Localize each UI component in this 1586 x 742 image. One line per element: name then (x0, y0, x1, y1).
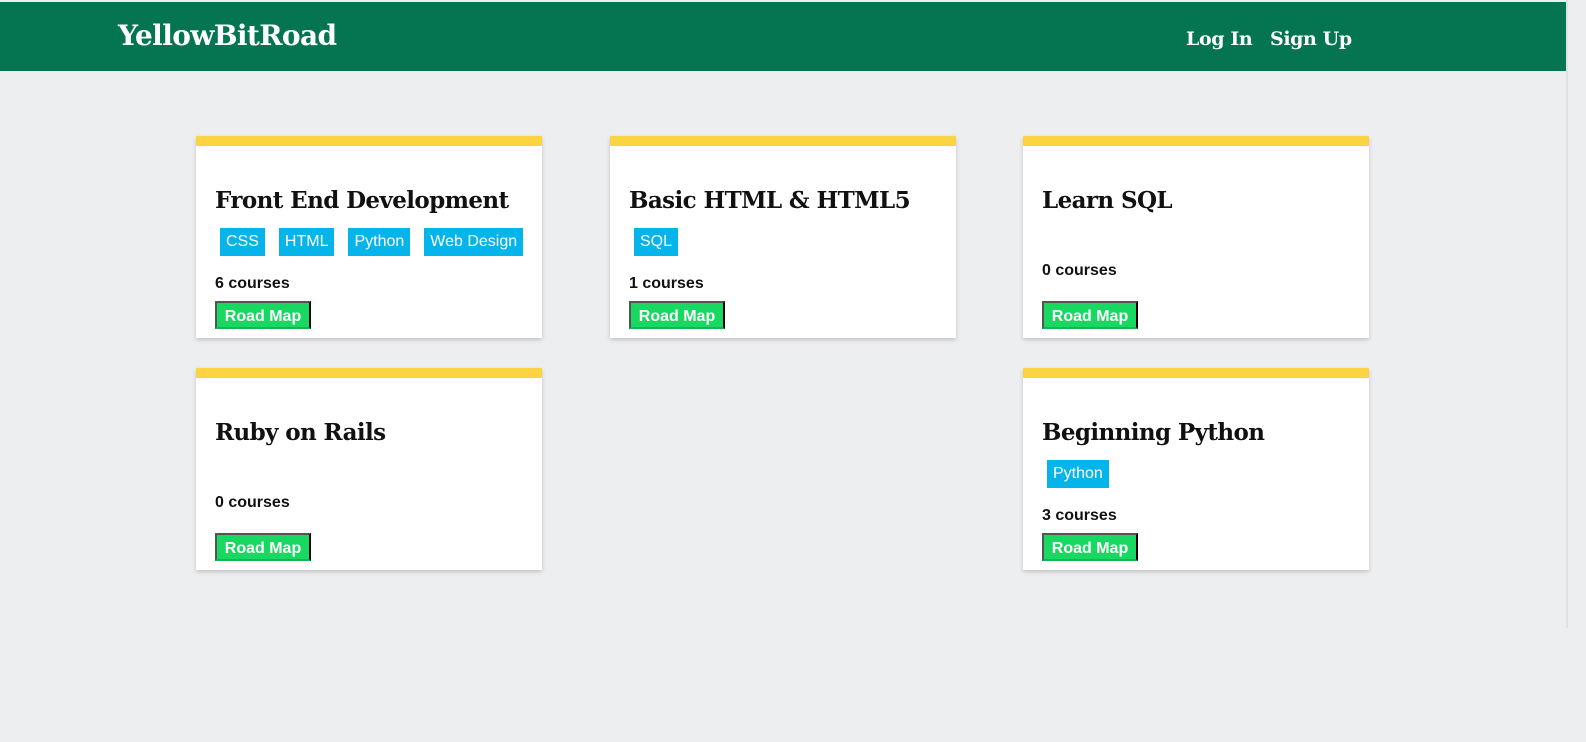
tag-python[interactable]: Python (348, 228, 411, 256)
roadmap-card-basic-html-html5: Basic HTML & HTML5 SQL 1 courses Road Ma… (610, 136, 956, 338)
tag-python[interactable]: Python (1047, 460, 1109, 488)
card-title: Basic HTML & HTML5 (629, 187, 911, 214)
roadmap-card-front-end-development: Front End Development CSS HTML Python We… (196, 136, 542, 338)
course-count: 0 courses (1042, 262, 1117, 279)
card-title: Beginning Python (1042, 419, 1265, 446)
course-count: 6 courses (215, 275, 290, 292)
road-map-button[interactable]: Road Map (629, 301, 725, 329)
tag-list: Python (1047, 460, 1109, 488)
card-title: Learn SQL (1042, 187, 1173, 214)
road-map-button[interactable]: Road Map (215, 301, 311, 329)
signup-link[interactable]: Sign Up (1270, 26, 1352, 52)
tag-list: SQL (634, 228, 679, 256)
course-count: 1 courses (629, 275, 704, 292)
course-count: 0 courses (215, 494, 290, 511)
tag-css[interactable]: CSS (220, 228, 265, 256)
card-title: Ruby on Rails (215, 419, 386, 446)
road-map-button[interactable]: Road Map (1042, 301, 1138, 329)
top-navbar: YellowBitRoad Log In Sign Up (0, 2, 1566, 71)
tag-sql[interactable]: SQL (634, 228, 679, 256)
tag-list: CSS HTML Python Web Design (220, 228, 524, 256)
roadmap-card-ruby-on-rails: Ruby on Rails 0 courses Road Map (196, 368, 542, 570)
roadmap-card-beginning-python: Beginning Python Python 3 courses Road M… (1023, 368, 1369, 570)
course-count: 3 courses (1042, 507, 1117, 524)
login-link[interactable]: Log In (1186, 26, 1253, 52)
page-edge-divider (1566, 0, 1568, 628)
tag-web-design[interactable]: Web Design (424, 228, 524, 256)
brand-logo[interactable]: YellowBitRoad (118, 18, 337, 54)
road-map-button[interactable]: Road Map (215, 533, 311, 561)
road-map-button[interactable]: Road Map (1042, 533, 1138, 561)
card-title: Front End Development (215, 187, 509, 214)
tag-html[interactable]: HTML (278, 228, 335, 256)
roadmap-card-learn-sql: Learn SQL 0 courses Road Map (1023, 136, 1369, 338)
